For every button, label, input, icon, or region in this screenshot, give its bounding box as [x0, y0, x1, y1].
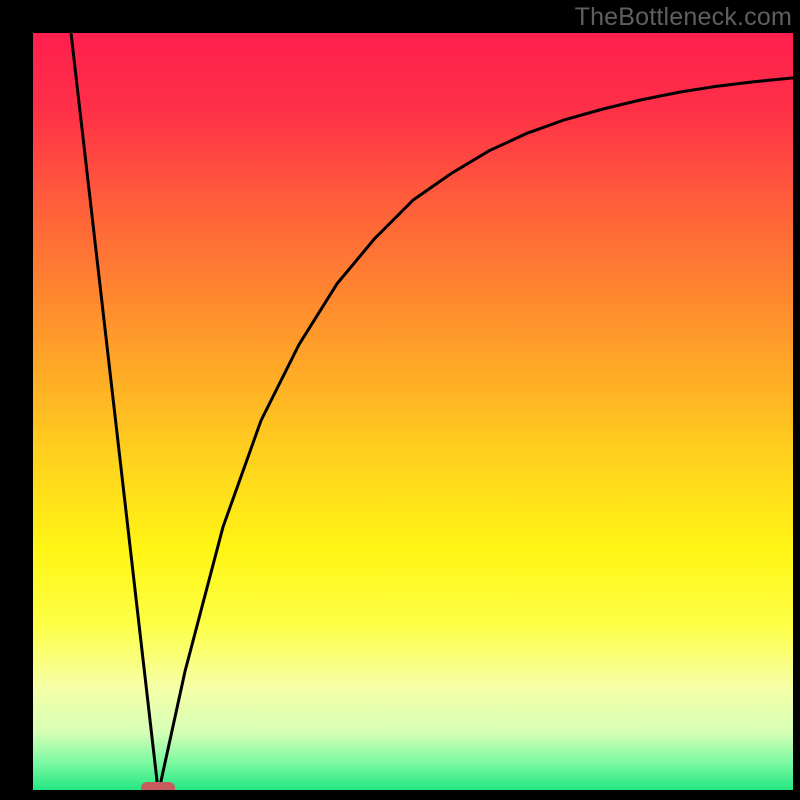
watermark-text: TheBottleneck.com — [575, 3, 792, 32]
bottleneck-curve — [33, 33, 793, 790]
optimal-marker — [141, 782, 175, 790]
frame-left — [0, 0, 33, 800]
frame-right — [793, 0, 800, 800]
plot-area — [33, 33, 793, 790]
frame-bottom — [0, 790, 800, 800]
